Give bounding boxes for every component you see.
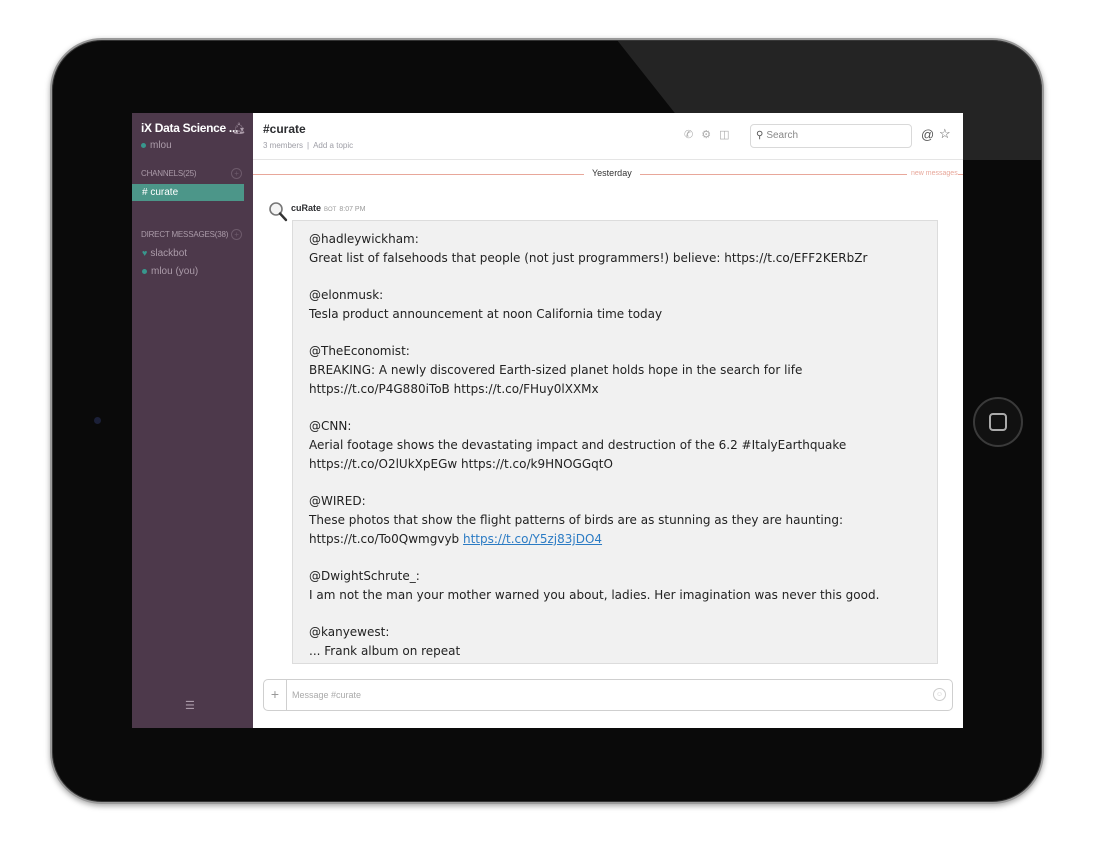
attach-file-icon[interactable]: + xyxy=(264,680,287,710)
tweet-elonmusk: @elonmusk: Tesla product announcement at… xyxy=(309,286,662,324)
team-name: iX Data Science ... xyxy=(141,121,239,135)
tweet-hadleywickham: @hadleywickham: Great list of falsehoods… xyxy=(309,230,867,268)
tweet-link[interactable]: https://t.co/Y5zj83jDO4 xyxy=(463,532,602,546)
channels-count: (25) xyxy=(182,169,197,178)
search-placeholder: Search xyxy=(766,130,799,141)
day-divider-label: Yesterday xyxy=(584,168,640,178)
tweet-link-plain: https://t.co/To0Qwmgvyb xyxy=(309,532,460,546)
search-input[interactable]: ⚲ Search xyxy=(750,124,912,148)
bell-icon[interactable]: 🔔︎ xyxy=(232,122,246,135)
tweet-text: ... Frank album on repeat xyxy=(309,644,461,658)
tweet-handle: @CNN: xyxy=(309,419,352,433)
tweet-links: https://t.co/O2lUkXpEGw https://t.co/k9H… xyxy=(309,457,613,471)
heart-icon: ♥ xyxy=(142,248,148,258)
new-messages-marker: new messages xyxy=(907,170,958,177)
tweet-text: These photos that show the flight patter… xyxy=(309,513,844,527)
tweet-handle: @WIRED: xyxy=(309,494,366,508)
slack-window: iX Data Science ... ▾ 🔔︎ mlou CHANNELS(25… xyxy=(132,113,963,728)
presence-dot xyxy=(141,142,146,148)
tweet-dwightschrute: @DwightSchrute_: I am not the man your m… xyxy=(309,567,879,605)
current-user: mlou xyxy=(141,140,172,151)
star-icon[interactable]: ☆ xyxy=(939,126,951,142)
add-dm-icon[interactable]: + xyxy=(231,229,242,240)
emoji-icon[interactable]: ☺ xyxy=(933,688,946,701)
tweet-wired: @WIRED: These photos that show the fligh… xyxy=(309,492,843,549)
tweet-handle: @hadleywickham: xyxy=(309,232,419,246)
tweet-text: I am not the man your mother warned you … xyxy=(309,588,880,602)
dm-header[interactable]: DIRECT MESSAGES(38) + xyxy=(141,229,251,240)
channel-title[interactable]: #curate xyxy=(263,122,306,136)
tweet-links: https://t.co/To0Qwmgvyb https://t.co/Y5z… xyxy=(309,530,843,549)
dm-label: DIRECT MESSAGES xyxy=(141,230,215,239)
search-icon: ⚲ xyxy=(756,130,764,141)
home-button[interactable] xyxy=(973,397,1023,447)
channel-pane: #curate 3 members | Add a topic ✆ ⚙ ◫ ⚲ Searc… xyxy=(253,113,963,728)
tweet-links: https://t.co/P4G880iToB https://t.co/FHu… xyxy=(309,382,599,396)
sender-name[interactable]: cuRate xyxy=(291,203,321,213)
tweet-text: Tesla product announcement at noon Calif… xyxy=(309,307,663,321)
channels-label: CHANNELS xyxy=(141,169,183,178)
message-composer[interactable]: + Message #curate ☺ xyxy=(263,679,953,711)
tweet-handle: @TheEconomist: xyxy=(309,344,410,358)
sidebar-item-mlou[interactable]: mlou (you) xyxy=(142,266,198,277)
tweet-kanyewest: @kanyewest: ... Frank album on repeat xyxy=(309,623,460,661)
channel-header: #curate 3 members | Add a topic ✆ ⚙ ◫ ⚲ Searc… xyxy=(253,113,963,160)
channels-header[interactable]: CHANNELS(25) + xyxy=(141,168,251,179)
timestamp[interactable]: 8:07 PM xyxy=(339,206,365,213)
tweet-text: Aerial footage shows the devastating imp… xyxy=(309,438,847,452)
tweet-handle: @DwightSchrute_: xyxy=(309,569,420,583)
tweet-handle: @elonmusk: xyxy=(309,288,384,302)
dm-name: mlou (you) xyxy=(151,266,199,277)
sidebar: iX Data Science ... ▾ 🔔︎ mlou CHANNELS(25… xyxy=(132,113,253,728)
tweet-handle: @kanyewest: xyxy=(309,625,390,639)
team-menu[interactable]: iX Data Science ... ▾ xyxy=(141,121,244,135)
front-camera xyxy=(94,417,101,424)
message-input[interactable]: Message #curate xyxy=(292,680,361,710)
message-header: cuRate BOT 8:07 PM xyxy=(291,203,365,213)
header-icons: ✆ ⚙ ◫ xyxy=(684,128,738,141)
message-attachment: @hadleywickham: Great list of falsehoods… xyxy=(292,220,938,664)
channel-meta: 3 members | Add a topic xyxy=(263,141,354,150)
tweet-cnn: @CNN: Aerial footage shows the devastati… xyxy=(309,417,846,474)
tweet-theeconomist: @TheEconomist: BREAKING: A newly discove… xyxy=(309,342,802,399)
magnifier-avatar-icon[interactable] xyxy=(267,201,289,223)
presence-dot xyxy=(142,268,147,274)
member-count[interactable]: 3 members xyxy=(263,141,303,150)
bot-badge: BOT xyxy=(324,207,337,213)
mentions-icon[interactable]: @ xyxy=(921,127,934,142)
sidebar-toggle-icon[interactable]: ◫ xyxy=(719,129,729,141)
dm-count: (38) xyxy=(214,230,229,239)
tweet-text: BREAKING: A newly discovered Earth-sized… xyxy=(309,363,803,377)
dm-name: slackbot xyxy=(150,248,188,259)
add-topic-link[interactable]: Add a topic xyxy=(313,141,353,150)
sidebar-item-curate[interactable]: # curate xyxy=(132,184,244,201)
gear-icon[interactable]: ⚙ xyxy=(701,129,711,141)
phone-icon[interactable]: ✆ xyxy=(684,129,693,141)
tweet-text: Great list of falsehoods that people (no… xyxy=(309,251,868,265)
add-channel-icon[interactable]: + xyxy=(231,168,242,179)
more-icon[interactable]: ⋮ xyxy=(958,125,963,141)
sidebar-item-slackbot[interactable]: ♥ slackbot xyxy=(142,248,187,259)
user-name: mlou xyxy=(150,140,172,151)
quick-switcher-icon[interactable]: ☰ xyxy=(185,699,195,712)
